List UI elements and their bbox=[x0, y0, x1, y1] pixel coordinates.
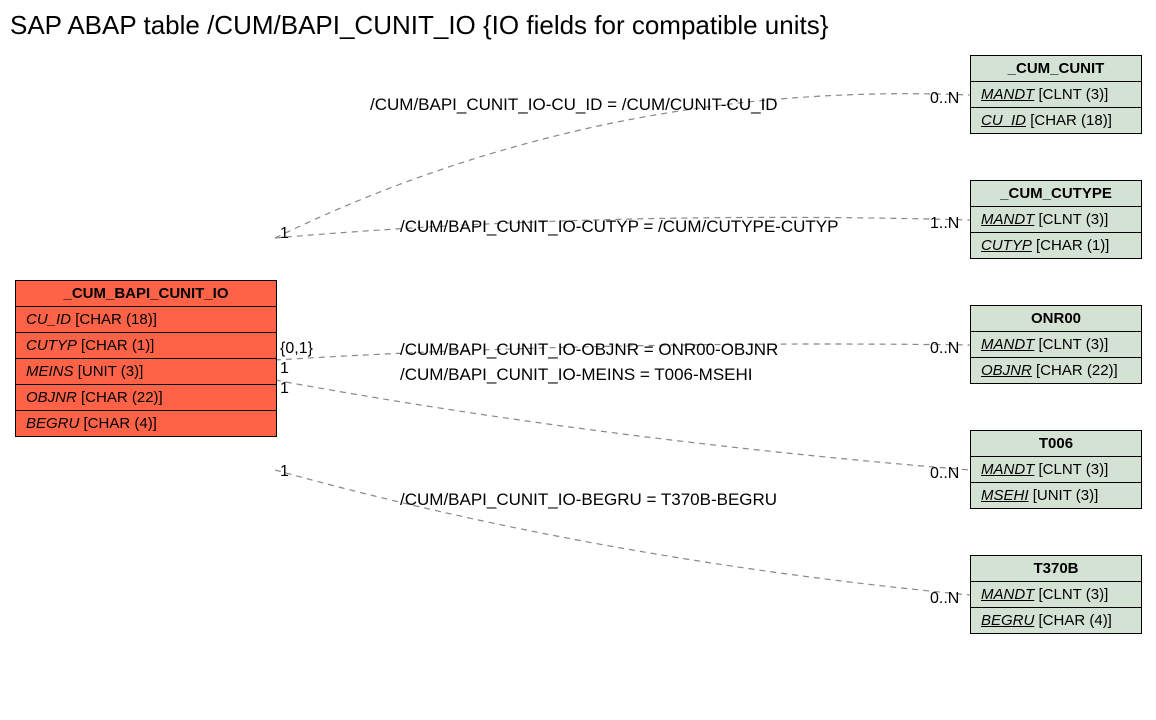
field-row: OBJNR [CHAR (22)] bbox=[16, 385, 276, 411]
field-row: MANDT [CLNT (3)] bbox=[971, 82, 1141, 108]
field-type: [CHAR (1)] bbox=[81, 337, 154, 354]
cardinality-left: 1 bbox=[280, 463, 289, 481]
cardinality-left: 1 bbox=[280, 225, 289, 243]
field-type: [CLNT (3)] bbox=[1039, 336, 1109, 353]
relation-label: /CUM/BAPI_CUNIT_IO-CU_ID = /CUM/CUNIT-CU… bbox=[370, 95, 778, 115]
field-row: MANDT [CLNT (3)] bbox=[971, 582, 1141, 608]
field-name: MEINS bbox=[26, 363, 74, 380]
entity-header: _CUM_BAPI_CUNIT_IO bbox=[16, 281, 276, 307]
page-title: SAP ABAP table /CUM/BAPI_CUNIT_IO {IO fi… bbox=[10, 10, 828, 41]
field-type: [CHAR (22)] bbox=[81, 389, 163, 406]
relation-label: /CUM/BAPI_CUNIT_IO-MEINS = T006-MSEHI bbox=[400, 365, 753, 385]
field-type: [CLNT (3)] bbox=[1039, 86, 1109, 103]
field-name: BEGRU bbox=[26, 415, 79, 432]
field-type: [CLNT (3)] bbox=[1039, 586, 1109, 603]
entity-t370b: T370B MANDT [CLNT (3)] BEGRU [CHAR (4)] bbox=[970, 555, 1142, 634]
field-name: CU_ID bbox=[26, 311, 71, 328]
cardinality-right: 0..N bbox=[930, 90, 959, 108]
field-type: [CHAR (18)] bbox=[1030, 112, 1112, 129]
field-type: [CHAR (1)] bbox=[1036, 237, 1109, 254]
cardinality-right: 0..N bbox=[930, 590, 959, 608]
field-name: MANDT bbox=[981, 211, 1034, 228]
entity-onr00: ONR00 MANDT [CLNT (3)] OBJNR [CHAR (22)] bbox=[970, 305, 1142, 384]
field-row: CUTYP [CHAR (1)] bbox=[971, 233, 1141, 258]
entity-t006: T006 MANDT [CLNT (3)] MSEHI [UNIT (3)] bbox=[970, 430, 1142, 509]
field-name: CU_ID bbox=[981, 112, 1026, 129]
field-name: MSEHI bbox=[981, 487, 1029, 504]
field-row: MANDT [CLNT (3)] bbox=[971, 207, 1141, 233]
field-name: MANDT bbox=[981, 86, 1034, 103]
cardinality-right: 1..N bbox=[930, 215, 959, 233]
entity-cum-cunit: _CUM_CUNIT MANDT [CLNT (3)] CU_ID [CHAR … bbox=[970, 55, 1142, 134]
field-type: [UNIT (3)] bbox=[78, 363, 144, 380]
field-type: [UNIT (3)] bbox=[1033, 487, 1099, 504]
field-name: MANDT bbox=[981, 461, 1034, 478]
field-type: [CLNT (3)] bbox=[1039, 211, 1109, 228]
field-row: CU_ID [CHAR (18)] bbox=[971, 108, 1141, 133]
entity-header: T006 bbox=[971, 431, 1141, 457]
field-name: OBJNR bbox=[26, 389, 77, 406]
entity-header: T370B bbox=[971, 556, 1141, 582]
field-type: [CHAR (4)] bbox=[84, 415, 157, 432]
cardinality-left: 1 bbox=[280, 380, 289, 398]
relation-label: /CUM/BAPI_CUNIT_IO-CUTYP = /CUM/CUTYPE-C… bbox=[400, 217, 838, 237]
field-name: OBJNR bbox=[981, 362, 1032, 379]
field-row: MANDT [CLNT (3)] bbox=[971, 332, 1141, 358]
field-name: BEGRU bbox=[981, 612, 1034, 629]
cardinality-right: 0..N bbox=[930, 465, 959, 483]
field-row: MSEHI [UNIT (3)] bbox=[971, 483, 1141, 508]
entity-header: _CUM_CUNIT bbox=[971, 56, 1141, 82]
cardinality-right: 0..N bbox=[930, 340, 959, 358]
field-name: MANDT bbox=[981, 586, 1034, 603]
field-row: BEGRU [CHAR (4)] bbox=[16, 411, 276, 436]
field-row: OBJNR [CHAR (22)] bbox=[971, 358, 1141, 383]
field-name: CUTYP bbox=[26, 337, 77, 354]
entity-main: _CUM_BAPI_CUNIT_IO CU_ID [CHAR (18)] CUT… bbox=[15, 280, 277, 437]
entity-cum-cutype: _CUM_CUTYPE MANDT [CLNT (3)] CUTYP [CHAR… bbox=[970, 180, 1142, 259]
field-row: MANDT [CLNT (3)] bbox=[971, 457, 1141, 483]
field-type: [CHAR (4)] bbox=[1039, 612, 1112, 629]
field-row: BEGRU [CHAR (4)] bbox=[971, 608, 1141, 633]
field-type: [CLNT (3)] bbox=[1039, 461, 1109, 478]
field-name: CUTYP bbox=[981, 237, 1032, 254]
field-row: CU_ID [CHAR (18)] bbox=[16, 307, 276, 333]
field-type: [CHAR (18)] bbox=[75, 311, 157, 328]
relation-label: /CUM/BAPI_CUNIT_IO-BEGRU = T370B-BEGRU bbox=[400, 490, 777, 510]
field-row: MEINS [UNIT (3)] bbox=[16, 359, 276, 385]
field-name: MANDT bbox=[981, 336, 1034, 353]
entity-header: _CUM_CUTYPE bbox=[971, 181, 1141, 207]
field-type: [CHAR (22)] bbox=[1036, 362, 1118, 379]
entity-header: ONR00 bbox=[971, 306, 1141, 332]
field-row: CUTYP [CHAR (1)] bbox=[16, 333, 276, 359]
cardinality-left: 1 bbox=[280, 360, 289, 378]
relation-label: /CUM/BAPI_CUNIT_IO-OBJNR = ONR00-OBJNR bbox=[400, 340, 778, 360]
cardinality-left: {0,1} bbox=[280, 340, 313, 358]
